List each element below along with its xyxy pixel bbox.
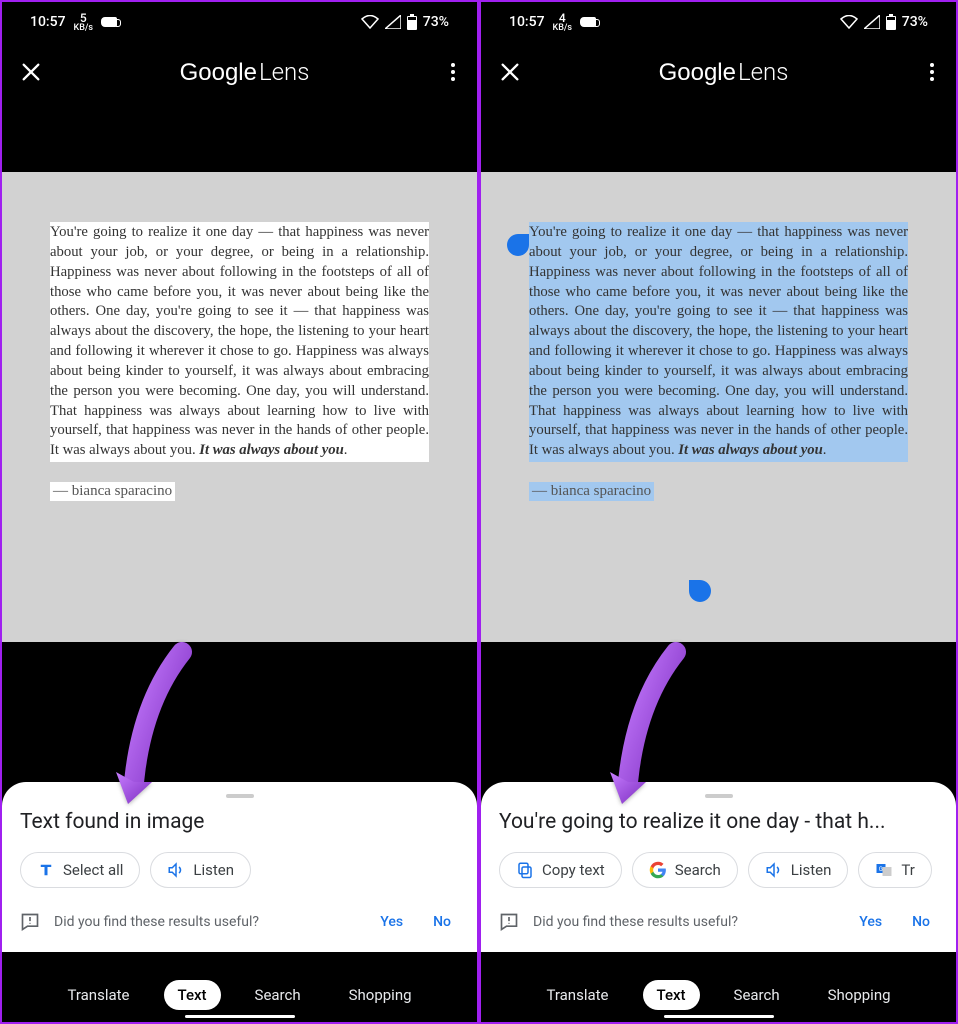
status-bar: 10:57 4 KB/s 73% [481,2,956,42]
feedback-question: Did you find these results useful? [54,914,259,930]
chip-label: Listen [193,861,234,879]
feedback-question: Did you find these results useful? [533,914,738,930]
chip-label: Select all [63,861,123,879]
feedback-no[interactable]: No [425,910,459,934]
phone-screenshot-right: 10:57 4 KB/s 73% GoogleLens You're go [479,0,958,1024]
sheet-drag-handle[interactable] [705,794,733,798]
speaker-icon [765,861,783,879]
signal-icon [385,15,401,29]
battery-percent: 73% [902,14,928,30]
tab-shopping[interactable]: Shopping [814,980,905,1010]
battery-icon [886,14,896,30]
translate-icon: G [875,861,893,879]
feedback-yes[interactable]: Yes [851,910,890,934]
more-options-button[interactable] [447,59,459,85]
action-chip-row: Select all Listen [20,852,459,888]
more-options-button[interactable] [926,59,938,85]
status-bar: 10:57 5 KB/s 73% [2,2,477,42]
app-title: GoogleLens [659,58,789,87]
copy-icon [516,861,534,879]
feedback-row: Did you find these results useful? Yes N… [20,910,459,934]
chip-label: Tr [901,861,914,879]
close-button[interactable] [20,61,42,83]
close-button[interactable] [499,61,521,83]
chip-label: Copy text [542,861,605,879]
chip-label: Listen [791,861,832,879]
mode-tabs: Translate Text Search Shopping [481,980,956,1010]
wifi-icon [840,15,858,29]
lens-image-viewport[interactable]: You're going to realize it one day — tha… [481,172,956,642]
feedback-no[interactable]: No [904,910,938,934]
network-speed: 4 KB/s [553,12,573,33]
tab-search[interactable]: Search [720,980,794,1010]
google-g-icon [649,861,667,879]
notification-icon [580,17,596,27]
feedback-yes[interactable]: Yes [372,910,411,934]
feedback-icon [20,912,40,932]
app-bar: GoogleLens [481,42,956,102]
search-chip[interactable]: Search [632,852,738,888]
status-time: 10:57 [30,14,66,30]
tab-text[interactable]: Text [164,980,221,1010]
selected-text-block[interactable]: You're going to realize it one day — tha… [529,222,908,462]
phone-screenshot-left: 10:57 5 KB/s 73% GoogleLens You're going… [0,0,479,1024]
text-icon [37,861,55,879]
detected-text-block[interactable]: You're going to realize it one day — tha… [50,222,429,462]
bottom-sheet[interactable]: You're going to realize it one day - tha… [481,782,956,952]
app-bar: GoogleLens [2,42,477,102]
mode-tabs: Translate Text Search Shopping [2,980,477,1010]
battery-percent: 73% [423,14,449,30]
tab-translate[interactable]: Translate [53,980,143,1010]
status-time: 10:57 [509,14,545,30]
home-indicator[interactable] [664,1015,774,1018]
selection-handle-end[interactable] [689,580,711,602]
tab-text[interactable]: Text [643,980,700,1010]
bottom-sheet[interactable]: Text found in image Select all Listen Di… [2,782,477,952]
chip-label: Search [675,861,721,879]
tab-search[interactable]: Search [241,980,315,1010]
app-title: GoogleLens [180,58,310,87]
lens-image-viewport[interactable]: You're going to realize it one day — tha… [2,172,477,642]
select-all-chip[interactable]: Select all [20,852,140,888]
home-indicator[interactable] [185,1015,295,1018]
translate-chip[interactable]: G Tr [858,852,931,888]
feedback-icon [499,912,519,932]
copy-text-chip[interactable]: Copy text [499,852,622,888]
selection-handle-start[interactable] [507,234,529,256]
signal-icon [864,15,880,29]
notification-icon [101,17,117,27]
network-speed: 5 KB/s [74,12,94,33]
listen-chip[interactable]: Listen [150,852,251,888]
wifi-icon [361,15,379,29]
detected-author-text[interactable]: — bianca sparacino [50,482,175,501]
listen-chip[interactable]: Listen [748,852,849,888]
tab-shopping[interactable]: Shopping [335,980,426,1010]
sheet-drag-handle[interactable] [226,794,254,798]
selected-author-text[interactable]: — bianca sparacino [529,482,654,501]
feedback-row: Did you find these results useful? Yes N… [499,910,938,934]
speaker-icon [167,861,185,879]
svg-text:G: G [879,866,883,873]
sheet-title: Text found in image [20,810,459,834]
action-chip-row: Copy text Search Listen G Tr [499,852,938,888]
sheet-title: You're going to realize it one day - tha… [499,810,938,834]
tab-translate[interactable]: Translate [532,980,622,1010]
battery-icon [407,14,417,30]
